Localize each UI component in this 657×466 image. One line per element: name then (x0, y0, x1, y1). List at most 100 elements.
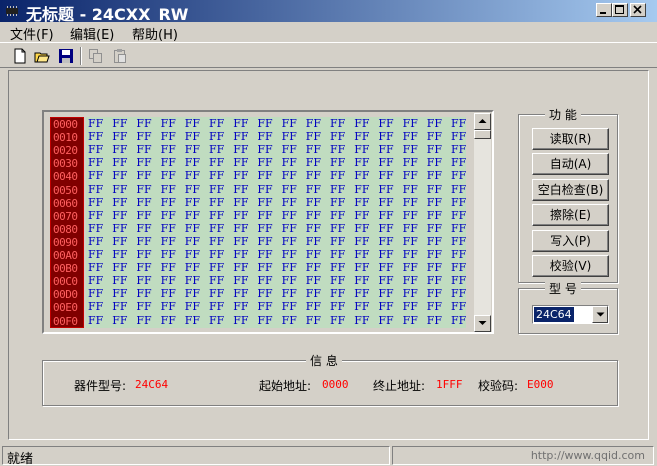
hex-byte-cell[interactable]: FF (378, 183, 393, 196)
hex-byte-cell[interactable]: FF (354, 209, 369, 222)
hex-byte-cell[interactable]: FF (136, 222, 151, 235)
app-icon[interactable] (4, 3, 20, 19)
hex-byte-cell[interactable]: FF (282, 235, 297, 248)
hex-byte-cell[interactable]: FF (378, 314, 393, 327)
hex-byte-cell[interactable]: FF (185, 169, 200, 182)
hex-byte-cell[interactable]: FF (185, 222, 200, 235)
hex-byte-cell[interactable]: FF (403, 222, 418, 235)
hex-byte-cell[interactable]: FF (209, 248, 224, 261)
hex-byte-cell[interactable]: FF (306, 274, 321, 287)
hex-byte-cell[interactable]: FF (427, 169, 442, 182)
hex-byte-cell[interactable]: FF (427, 117, 442, 130)
hex-byte-cell[interactable]: FF (427, 209, 442, 222)
hex-byte-cell[interactable]: FF (257, 248, 272, 261)
hex-byte-cell[interactable]: FF (330, 261, 345, 274)
hex-byte-cell[interactable]: FF (209, 156, 224, 169)
hex-byte-cell[interactable]: FF (136, 209, 151, 222)
hex-byte-cell[interactable]: FF (185, 287, 200, 300)
hex-byte-cell[interactable]: FF (112, 169, 127, 182)
hex-byte-cell[interactable]: FF (209, 222, 224, 235)
hex-byte-cell[interactable]: FF (427, 156, 442, 169)
hex-byte-cell[interactable]: FF (451, 222, 466, 235)
hex-byte-cell[interactable]: FF (185, 183, 200, 196)
hex-byte-cell[interactable]: FF (233, 117, 248, 130)
hex-byte-cell[interactable]: FF (88, 130, 103, 143)
hex-byte-cell[interactable]: FF (427, 248, 442, 261)
hex-byte-cell[interactable]: FF (88, 183, 103, 196)
hex-byte-cell[interactable]: FF (427, 287, 442, 300)
hex-byte-cell[interactable]: FF (354, 117, 369, 130)
hex-byte-cell[interactable]: FF (257, 196, 272, 209)
hex-byte-cell[interactable]: FF (161, 130, 176, 143)
hex-byte-cell[interactable]: FF (233, 169, 248, 182)
hex-byte-cell[interactable]: FF (185, 209, 200, 222)
hex-byte-cell[interactable]: FF (306, 130, 321, 143)
hex-byte-cell[interactable]: FF (112, 209, 127, 222)
hex-byte-cell[interactable]: FF (233, 287, 248, 300)
hex-byte-cell[interactable]: FF (209, 235, 224, 248)
hex-byte-cell[interactable]: FF (136, 248, 151, 261)
hex-byte-cell[interactable]: FF (354, 314, 369, 327)
hex-byte-cell[interactable]: FF (403, 300, 418, 313)
hex-byte-cell[interactable]: FF (185, 261, 200, 274)
hex-byte-cell[interactable]: FF (88, 235, 103, 248)
hex-byte-cell[interactable]: FF (112, 274, 127, 287)
hex-byte-cell[interactable]: FF (427, 183, 442, 196)
model-dropdown-button[interactable] (592, 306, 608, 323)
hex-byte-cell[interactable]: FF (88, 143, 103, 156)
hex-byte-cell[interactable]: FF (282, 156, 297, 169)
hex-byte-cell[interactable]: FF (378, 117, 393, 130)
hex-byte-cell[interactable]: FF (112, 261, 127, 274)
hex-byte-cell[interactable]: FF (209, 274, 224, 287)
hex-byte-cell[interactable]: FF (88, 300, 103, 313)
hex-byte-cell[interactable]: FF (136, 156, 151, 169)
hex-byte-cell[interactable]: FF (306, 222, 321, 235)
hex-byte-cell[interactable]: FF (233, 235, 248, 248)
scroll-down-button[interactable] (474, 315, 491, 332)
hex-byte-cell[interactable]: FF (427, 235, 442, 248)
hex-byte-cell[interactable]: FF (161, 209, 176, 222)
open-button[interactable] (32, 46, 52, 66)
hex-byte-cell[interactable]: FF (282, 287, 297, 300)
hex-byte-cell[interactable]: FF (427, 261, 442, 274)
hex-byte-cell[interactable]: FF (136, 274, 151, 287)
hex-byte-cell[interactable]: FF (257, 300, 272, 313)
new-file-button[interactable] (10, 46, 30, 66)
hex-byte-cell[interactable]: FF (161, 222, 176, 235)
hex-byte-cell[interactable]: FF (112, 235, 127, 248)
hex-byte-cell[interactable]: FF (403, 196, 418, 209)
hex-byte-cell[interactable]: FF (354, 300, 369, 313)
hex-byte-cell[interactable]: FF (88, 209, 103, 222)
hex-byte-cell[interactable]: FF (136, 143, 151, 156)
vertical-scrollbar[interactable] (474, 113, 491, 332)
menu-file[interactable]: 文件(F) (10, 24, 54, 43)
hex-byte-cell[interactable]: FF (161, 314, 176, 327)
hex-byte-cell[interactable]: FF (257, 183, 272, 196)
hex-byte-cell[interactable]: FF (451, 117, 466, 130)
hex-byte-cell[interactable]: FF (136, 169, 151, 182)
hex-byte-cell[interactable]: FF (451, 248, 466, 261)
copy-button[interactable] (86, 46, 106, 66)
verify-button[interactable]: 校验(V) (532, 255, 609, 277)
hex-byte-cell[interactable]: FF (257, 209, 272, 222)
hex-byte-cell[interactable]: FF (136, 261, 151, 274)
hex-byte-cell[interactable]: FF (257, 274, 272, 287)
hex-byte-cell[interactable]: FF (354, 287, 369, 300)
hex-byte-cell[interactable]: FF (209, 130, 224, 143)
hex-byte-cell[interactable]: FF (88, 314, 103, 327)
hex-byte-cell[interactable]: FF (88, 117, 103, 130)
hex-byte-cell[interactable]: FF (403, 314, 418, 327)
read-button[interactable]: 读取(R) (532, 128, 609, 150)
hex-byte-cell[interactable]: FF (161, 274, 176, 287)
hex-byte-cell[interactable]: FF (306, 314, 321, 327)
hex-byte-cell[interactable]: FF (209, 183, 224, 196)
hex-byte-cell[interactable]: FF (112, 117, 127, 130)
hex-byte-cell[interactable]: FF (354, 196, 369, 209)
maximize-button[interactable] (612, 3, 628, 17)
hex-byte-cell[interactable]: FF (451, 183, 466, 196)
hex-byte-cell[interactable]: FF (354, 156, 369, 169)
hex-byte-cell[interactable]: FF (427, 300, 442, 313)
hex-byte-cell[interactable]: FF (161, 196, 176, 209)
hex-byte-cell[interactable]: FF (282, 117, 297, 130)
hex-byte-cell[interactable]: FF (378, 222, 393, 235)
